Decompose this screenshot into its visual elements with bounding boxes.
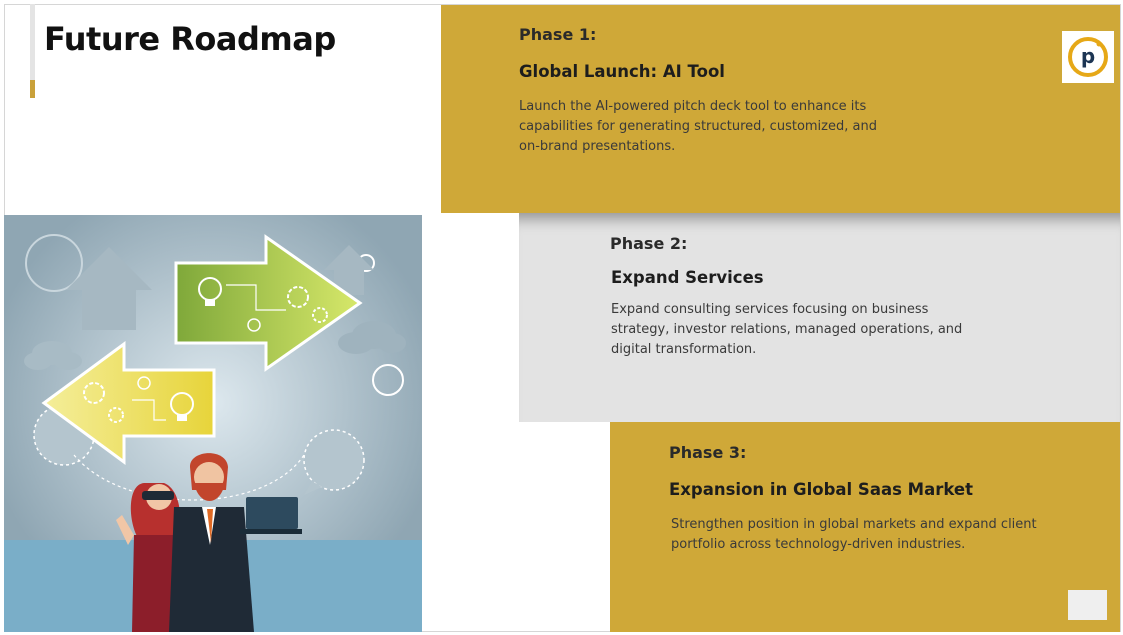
title-accent-gold <box>30 80 35 98</box>
logo: p <box>1062 31 1114 83</box>
page-title: Future Roadmap <box>44 20 336 58</box>
phase-1-description-line: on-brand presentations. <box>519 139 676 154</box>
phase-1-heading: Global Launch: AI Tool <box>519 62 725 81</box>
phase-1-description: Launch the AI-powered pitch deck tool to… <box>519 97 877 157</box>
phase-3-label: Phase 3: <box>669 443 747 462</box>
phase-3-heading: Expansion in Global Saas Market <box>669 480 973 499</box>
phase-3-description-line: Strengthen position in global markets an… <box>671 517 1037 532</box>
phase-2-label: Phase 2: <box>610 234 688 253</box>
phase-3-description-line: portfolio across technology-driven indus… <box>671 537 966 552</box>
phase-2-description: Expand consulting services focusing on b… <box>611 300 962 360</box>
phase-1-label: Phase 1: <box>519 25 597 44</box>
slide: Future Roadmap Phase 1: Global Launch: A… <box>0 0 1123 635</box>
phase-2-description-line: strategy, investor relations, managed op… <box>611 322 963 337</box>
laptop-icon <box>240 497 302 534</box>
phase-2-description-line: digital transformation. <box>611 342 757 357</box>
phase-2-heading: Expand Services <box>611 268 764 287</box>
phase-3-description: Strengthen position in global markets an… <box>671 515 1037 555</box>
phase-2-description-line: Expand consulting services focusing on b… <box>611 302 929 317</box>
roadmap-illustration <box>4 215 422 632</box>
phase-1-description-line: Launch the AI-powered pitch deck tool to… <box>519 99 867 114</box>
phase-1-description-line: capabilities for generating structured, … <box>519 119 877 134</box>
logo-p-icon: p <box>1068 37 1108 77</box>
title-accent-bar <box>30 4 35 98</box>
vr-headset-icon <box>142 491 174 500</box>
corner-placeholder <box>1068 590 1107 620</box>
logo-letter: p <box>1081 44 1095 68</box>
